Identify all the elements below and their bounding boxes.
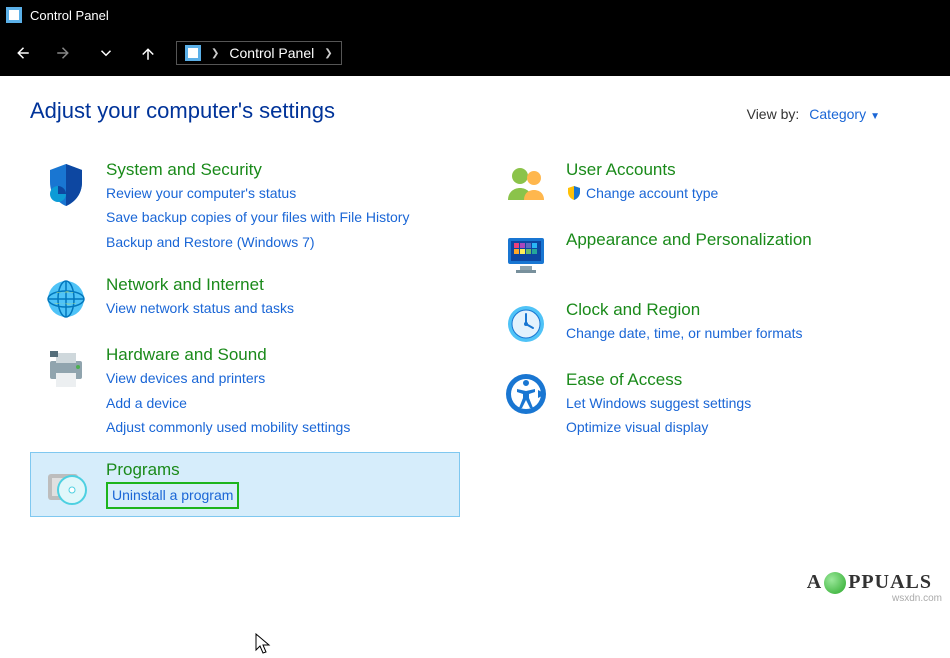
recent-dropdown[interactable] [92, 39, 120, 67]
category-title[interactable]: Ease of Access [566, 370, 751, 390]
view-by-dropdown[interactable]: Category ▼ [809, 106, 880, 122]
control-panel-icon [6, 7, 22, 23]
disc-icon [40, 460, 92, 508]
category-programs: Programs Uninstall a program [30, 452, 460, 516]
category-title[interactable]: Clock and Region [566, 300, 803, 320]
category-title[interactable]: Hardware and Sound [106, 345, 350, 365]
category-title[interactable]: Appearance and Personalization [566, 230, 812, 250]
accessibility-icon [500, 370, 552, 439]
content-area: Adjust your computer's settings View by:… [0, 76, 950, 533]
chevron-down-icon: ▼ [870, 111, 880, 122]
forward-button[interactable] [50, 39, 78, 67]
category-clock-region: Clock and Region Change date, time, or n… [490, 292, 920, 356]
category-link[interactable]: View network status and tasks [106, 297, 294, 319]
up-button[interactable] [134, 39, 162, 67]
printer-icon [40, 345, 92, 438]
category-network-internet: Network and Internet View network status… [30, 267, 460, 331]
monitor-palette-icon [500, 230, 552, 278]
appuals-orb-icon [824, 572, 846, 594]
category-link[interactable]: Optimize visual display [566, 416, 751, 438]
control-panel-icon [185, 45, 201, 61]
uac-shield-icon [566, 185, 582, 201]
category-link[interactable]: Change account type [566, 182, 718, 204]
category-ease-of-access: Ease of Access Let Windows suggest setti… [490, 362, 920, 447]
source-watermark: wsxdn.com [892, 593, 942, 604]
view-by-label: View by: [747, 106, 800, 122]
category-link[interactable]: Change date, time, or number formats [566, 322, 803, 344]
category-title[interactable]: Network and Internet [106, 275, 294, 295]
view-by-control: View by: Category ▼ [747, 106, 880, 122]
page-title: Adjust your computer's settings [30, 98, 335, 124]
chevron-right-icon: ❯ [324, 48, 332, 59]
view-by-value: Category [809, 106, 866, 122]
category-link[interactable]: Add a device [106, 392, 350, 414]
users-icon [500, 160, 552, 208]
category-user-accounts: User Accounts Change account type [490, 152, 920, 216]
mouse-cursor-icon [255, 633, 273, 658]
category-link[interactable]: Backup and Restore (Windows 7) [106, 231, 409, 253]
back-button[interactable] [8, 39, 36, 67]
window-title: Control Panel [30, 8, 109, 23]
navigation-bar: ❯ Control Panel ❯ [0, 30, 950, 76]
category-hardware-sound: Hardware and Sound View devices and prin… [30, 337, 460, 446]
category-column-left: System and Security Review your computer… [30, 152, 460, 523]
category-column-right: User Accounts Change account type [490, 152, 920, 523]
category-title[interactable]: Programs [106, 460, 239, 480]
category-link-label: Change account type [586, 182, 718, 204]
shield-icon [40, 160, 92, 253]
window-titlebar: Control Panel [0, 0, 950, 30]
chevron-right-icon: ❯ [211, 48, 219, 59]
category-link-uninstall[interactable]: Uninstall a program [106, 482, 239, 508]
category-appearance: Appearance and Personalization [490, 222, 920, 286]
appuals-watermark: APPUALS [807, 571, 932, 594]
appuals-text: PPUALS [848, 571, 932, 594]
address-bar[interactable]: ❯ Control Panel ❯ [176, 41, 342, 65]
globe-icon [40, 275, 92, 323]
category-link[interactable]: Review your computer's status [106, 182, 409, 204]
category-link[interactable]: View devices and printers [106, 367, 350, 389]
category-link[interactable]: Save backup copies of your files with Fi… [106, 206, 409, 228]
category-link[interactable]: Let Windows suggest settings [566, 392, 751, 414]
category-system-security: System and Security Review your computer… [30, 152, 460, 261]
category-title[interactable]: User Accounts [566, 160, 718, 180]
category-link[interactable]: Adjust commonly used mobility settings [106, 416, 350, 438]
breadcrumb-root[interactable]: Control Panel [229, 45, 314, 61]
clock-icon [500, 300, 552, 348]
category-title[interactable]: System and Security [106, 160, 409, 180]
